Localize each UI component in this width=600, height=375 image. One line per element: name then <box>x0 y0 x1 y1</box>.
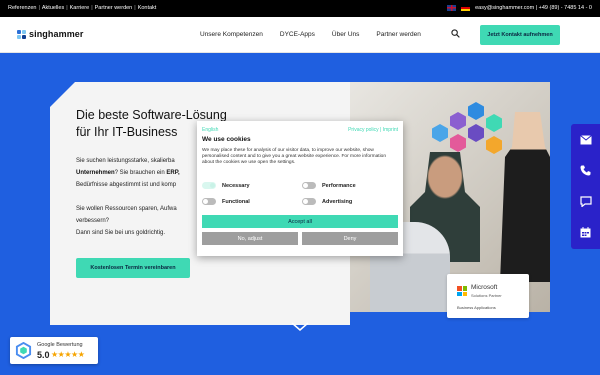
top-link-aktuelles[interactable]: Aktuelles <box>42 5 64 11</box>
top-bar: Referenzen | Aktuelles | Karriere | Part… <box>0 0 600 17</box>
microsoft-partner-badge: Microsoft Solutions Partner Business App… <box>447 274 529 318</box>
badge-area: Business Applications <box>457 305 496 310</box>
logo-mark-icon <box>17 29 26 39</box>
main-nav: Unsere Kompetenzen DYCE-Apps Über Uns Pa… <box>200 31 438 38</box>
star-rating-icon: ★★★★★ <box>51 350 85 359</box>
google-rating-badge[interactable]: Google Bewertung 5.0 ★★★★★ <box>10 337 98 364</box>
search-icon[interactable] <box>451 29 460 38</box>
nav-item-kompetenzen[interactable]: Unsere Kompetenzen <box>200 31 263 38</box>
hexagon-decoration <box>468 102 484 120</box>
text-bold: Unternehmen <box>76 170 115 176</box>
book-appointment-button[interactable]: Kostenlosen Termin vereinbaren <box>76 258 190 278</box>
chat-icon <box>579 196 592 207</box>
cookie-option-performance[interactable]: Performance <box>302 182 356 189</box>
google-hexagon-icon <box>15 342 32 359</box>
separator: | <box>91 5 93 11</box>
logo-text: singhammer <box>29 29 84 39</box>
nav-item-partner[interactable]: Partner werden <box>376 31 420 38</box>
toggle-switch[interactable] <box>202 198 216 205</box>
toggle-switch[interactable] <box>302 198 316 205</box>
nav-item-dyce-apps[interactable]: DYCE-Apps <box>280 31 315 38</box>
privacy-policy-link[interactable]: Privacy policy | Imprint <box>348 127 398 133</box>
person-figure <box>500 112 550 282</box>
accept-all-button[interactable]: Accept all <box>202 215 398 228</box>
separator: | <box>66 5 68 11</box>
text: verbessern? <box>76 218 110 224</box>
google-rating-score: 5.0 <box>37 350 50 360</box>
top-link-partner[interactable]: Partner werden <box>95 5 133 11</box>
cookie-option-necessary[interactable]: Necessary <box>202 182 250 189</box>
text: Sie suchen leistungsstarke, skalierba <box>76 158 175 164</box>
badge-sub: Solutions Partner <box>471 293 502 298</box>
adjust-button[interactable]: No, adjust <box>202 232 298 245</box>
cookie-title: We use cookies <box>202 136 251 143</box>
contact-cta-button[interactable]: Jetzt Kontakt aufnehmen <box>480 25 560 45</box>
top-link-karriere[interactable]: Karriere <box>70 5 90 11</box>
cookie-option-advertising[interactable]: Advertising <box>302 198 352 205</box>
cookie-option-label: Functional <box>222 198 250 205</box>
cookie-option-label: Advertising <box>322 198 353 205</box>
contact-sidebar <box>571 124 600 249</box>
text: Sie wollen Ressourcen sparen, Aufwa <box>76 206 177 212</box>
badge-name: Microsoft <box>471 284 498 291</box>
cookie-description: We may place these for analysis of our v… <box>202 148 386 165</box>
text: Bedürfnisse abgestimmt ist und komp <box>76 182 177 188</box>
sidebar-calendar-button[interactable] <box>571 217 600 248</box>
hexagon-decoration <box>486 114 502 132</box>
calendar-icon <box>580 227 591 238</box>
hexagon-decoration <box>450 134 466 152</box>
top-right: easy@singhammer.com | +49 (89) - 7485 14… <box>447 5 592 11</box>
sidebar-chat-button[interactable] <box>571 186 600 217</box>
text: Dann sind Sie bei uns goldrichtig. <box>76 230 166 236</box>
hexagon-decoration <box>450 112 466 130</box>
mail-icon <box>579 134 592 144</box>
microsoft-logo-icon <box>457 286 467 296</box>
top-link-kontakt[interactable]: Kontakt <box>138 5 157 11</box>
separator: | <box>134 5 136 11</box>
toggle-switch[interactable] <box>202 182 216 189</box>
language-link[interactable]: English <box>202 127 218 133</box>
google-rating-title: Google Bewertung <box>37 342 83 348</box>
cookie-option-label: Performance <box>322 182 356 189</box>
chevron-down-icon[interactable] <box>290 322 310 332</box>
deny-button[interactable]: Deny <box>302 232 398 245</box>
sidebar-mail-button[interactable] <box>571 124 600 155</box>
logo[interactable]: singhammer <box>17 29 84 39</box>
top-link-referenzen[interactable]: Referenzen <box>8 5 36 11</box>
text: ? Sie brauchen ein <box>114 170 167 176</box>
separator: | <box>38 5 40 11</box>
contact-info[interactable]: easy@singhammer.com | +49 (89) - 7485 14… <box>475 5 592 11</box>
german-flag-icon[interactable] <box>461 5 471 11</box>
cookie-consent-dialog: English Privacy policy | Imprint We use … <box>197 121 403 256</box>
sidebar-phone-button[interactable] <box>571 155 600 186</box>
hexagon-decoration <box>486 136 502 154</box>
nav-item-ueber-uns[interactable]: Über Uns <box>332 31 359 38</box>
top-links: Referenzen | Aktuelles | Karriere | Part… <box>8 5 156 11</box>
cookie-option-functional[interactable]: Functional <box>202 198 250 205</box>
text-bold: ERP, <box>166 170 180 176</box>
hexagon-decoration <box>432 124 448 142</box>
english-flag-icon[interactable] <box>447 5 457 11</box>
toggle-switch[interactable] <box>302 182 316 189</box>
hexagon-decoration <box>468 124 484 142</box>
cookie-option-label: Necessary <box>222 182 250 189</box>
phone-icon <box>580 165 591 176</box>
